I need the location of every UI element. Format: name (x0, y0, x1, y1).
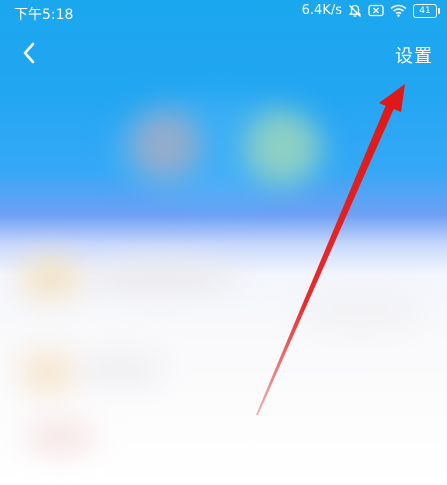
red-arrow-icon (256, 84, 405, 415)
app-screen: 下午5:18 6.4K/s 41 设置 (0, 0, 447, 485)
